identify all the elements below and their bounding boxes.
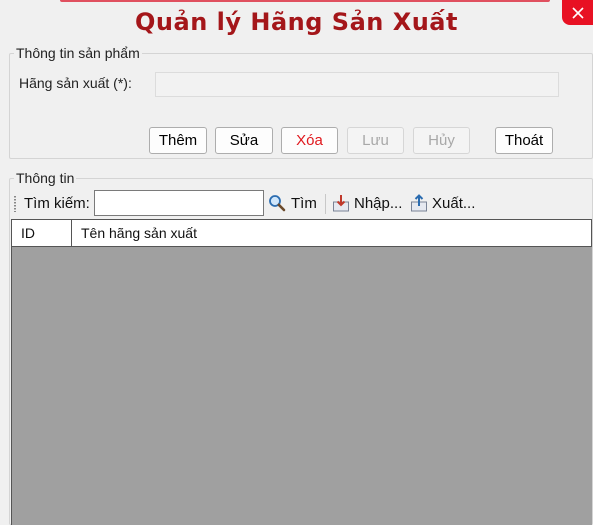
save-button[interactable]: Lưu <box>347 127 404 154</box>
import-icon <box>333 195 349 212</box>
export-label: Xuất... <box>432 195 476 212</box>
info-legend: Thông tin <box>16 170 75 186</box>
find-label: Tìm <box>291 195 317 212</box>
import-label: Nhập... <box>354 195 403 212</box>
search-label: Tìm kiếm: <box>24 195 90 212</box>
manufacturer-table[interactable]: ID Tên hãng sản xuất <box>11 219 592 525</box>
cancel-button[interactable]: Hủy <box>413 127 470 154</box>
search-input[interactable] <box>94 190 264 216</box>
magnifier-icon <box>269 195 286 212</box>
column-header-id[interactable]: ID <box>12 220 72 246</box>
window-top-accent <box>60 0 550 2</box>
search-toolbar: Tìm kiếm: Tìm Nhập... Xuất... <box>11 189 592 219</box>
export-icon <box>411 194 427 212</box>
page-title: Quản lý Hãng Sản Xuất <box>135 8 458 36</box>
product-info-legend: Thông tin sản phẩm <box>16 45 140 61</box>
delete-button[interactable]: Xóa <box>281 127 338 154</box>
add-button[interactable]: Thêm <box>149 127 207 154</box>
toolbar-grip[interactable] <box>14 196 16 212</box>
toolbar-separator <box>325 194 326 214</box>
manufacturer-input[interactable] <box>155 72 559 97</box>
exit-button[interactable]: Thoát <box>495 127 553 154</box>
column-header-name[interactable]: Tên hãng sản xuất <box>72 220 592 246</box>
edit-button[interactable]: Sửa <box>215 127 273 154</box>
table-header: ID Tên hãng sản xuất <box>12 220 592 247</box>
manufacturer-label: Hãng sản xuất (*): <box>19 75 132 91</box>
